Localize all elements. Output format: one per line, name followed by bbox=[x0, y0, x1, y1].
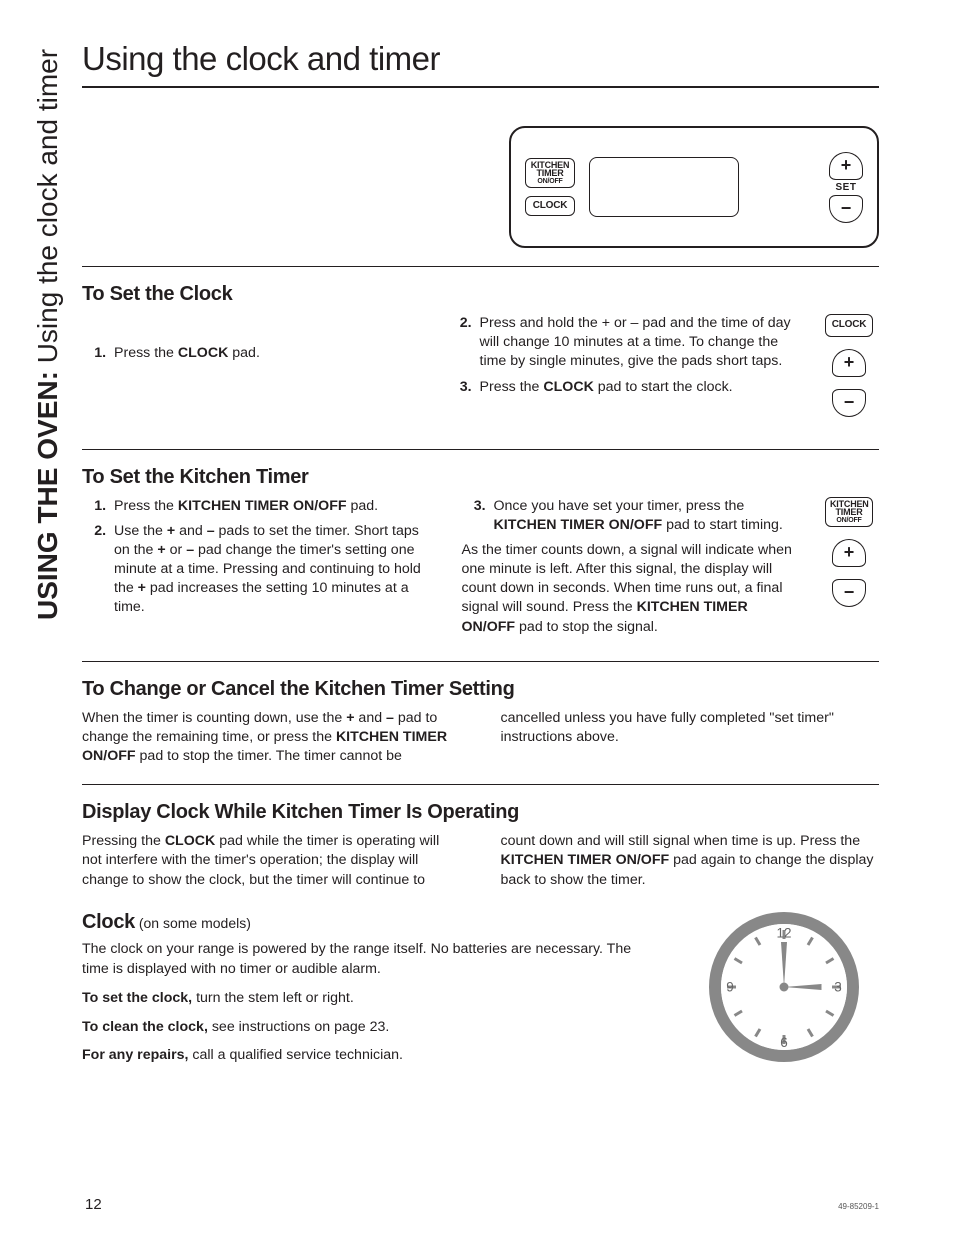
side-tab: USING THE OVEN: Using the clock and time… bbox=[32, 49, 64, 620]
svg-text:9: 9 bbox=[726, 979, 734, 994]
set-label: SET bbox=[836, 182, 857, 193]
display-while-body: Pressing the CLOCK pad while the timer i… bbox=[82, 832, 879, 890]
clock-models-p1: The clock on your range is powered by th… bbox=[82, 939, 649, 980]
change-cancel-body: When the timer is counting down, use the… bbox=[82, 709, 879, 767]
svg-text:12: 12 bbox=[776, 925, 791, 940]
step: Press the CLOCK pad. bbox=[110, 344, 436, 363]
set-clock-steps: Press the CLOCK pad. Press and hold the … bbox=[82, 314, 801, 397]
plus-button-icon: + bbox=[832, 349, 866, 377]
clock-button-icon: CLOCK bbox=[825, 314, 873, 337]
clock-models-sub: (on some models) bbox=[135, 915, 251, 931]
svg-text:6: 6 bbox=[780, 1035, 788, 1050]
side-tab-light: Using the clock and timer bbox=[32, 49, 63, 363]
minus-button-icon: − bbox=[832, 389, 866, 417]
plus-button-icon: + bbox=[832, 539, 866, 567]
page-number: 12 bbox=[85, 1196, 102, 1213]
minus-button-icon: − bbox=[829, 195, 863, 223]
heading-set-timer: To Set the Kitchen Timer bbox=[82, 466, 879, 489]
rule bbox=[82, 449, 879, 450]
clock-button-icon: CLOCK bbox=[525, 196, 575, 217]
kitchen-timer-button-icon: KITCHEN TIMER ON/OFF bbox=[825, 497, 873, 527]
step: Once you have set your timer, press the … bbox=[490, 497, 802, 535]
rule bbox=[82, 661, 879, 662]
plus-button-icon: + bbox=[829, 152, 863, 180]
svg-text:3: 3 bbox=[834, 979, 842, 994]
title-rule bbox=[82, 86, 879, 88]
kitchen-timer-button-icon: KITCHEN TIMER ON/OFF bbox=[525, 158, 575, 188]
rule bbox=[82, 266, 879, 267]
rule bbox=[82, 784, 879, 785]
heading-clock-models: Clock bbox=[82, 911, 135, 933]
analog-clock-icon: 12 3 6 9 bbox=[709, 912, 859, 1062]
page-title: Using the clock and timer bbox=[82, 40, 879, 84]
step: Press the CLOCK pad to start the clock. bbox=[476, 378, 802, 397]
step: Use the + and – pads to set the timer. S… bbox=[110, 522, 422, 618]
minus-button-icon: − bbox=[832, 579, 866, 607]
step: Press and hold the + or – pad and the ti… bbox=[476, 314, 802, 372]
control-panel-illustration: KITCHEN TIMER ON/OFF CLOCK + SET − bbox=[509, 126, 879, 248]
heading-display-while: Display Clock While Kitchen Timer Is Ope… bbox=[82, 801, 879, 824]
document-number: 49-85209-1 bbox=[838, 1202, 879, 1211]
display-window-icon bbox=[589, 157, 739, 217]
step: Press the KITCHEN TIMER ON/OFF pad. bbox=[110, 497, 422, 516]
heading-set-clock: To Set the Clock bbox=[82, 283, 879, 306]
side-tab-bold: USING THE OVEN: bbox=[32, 363, 63, 620]
heading-change-cancel: To Change or Cancel the Kitchen Timer Se… bbox=[82, 678, 879, 701]
timer-trail: As the timer counts down, a signal will … bbox=[462, 541, 802, 637]
